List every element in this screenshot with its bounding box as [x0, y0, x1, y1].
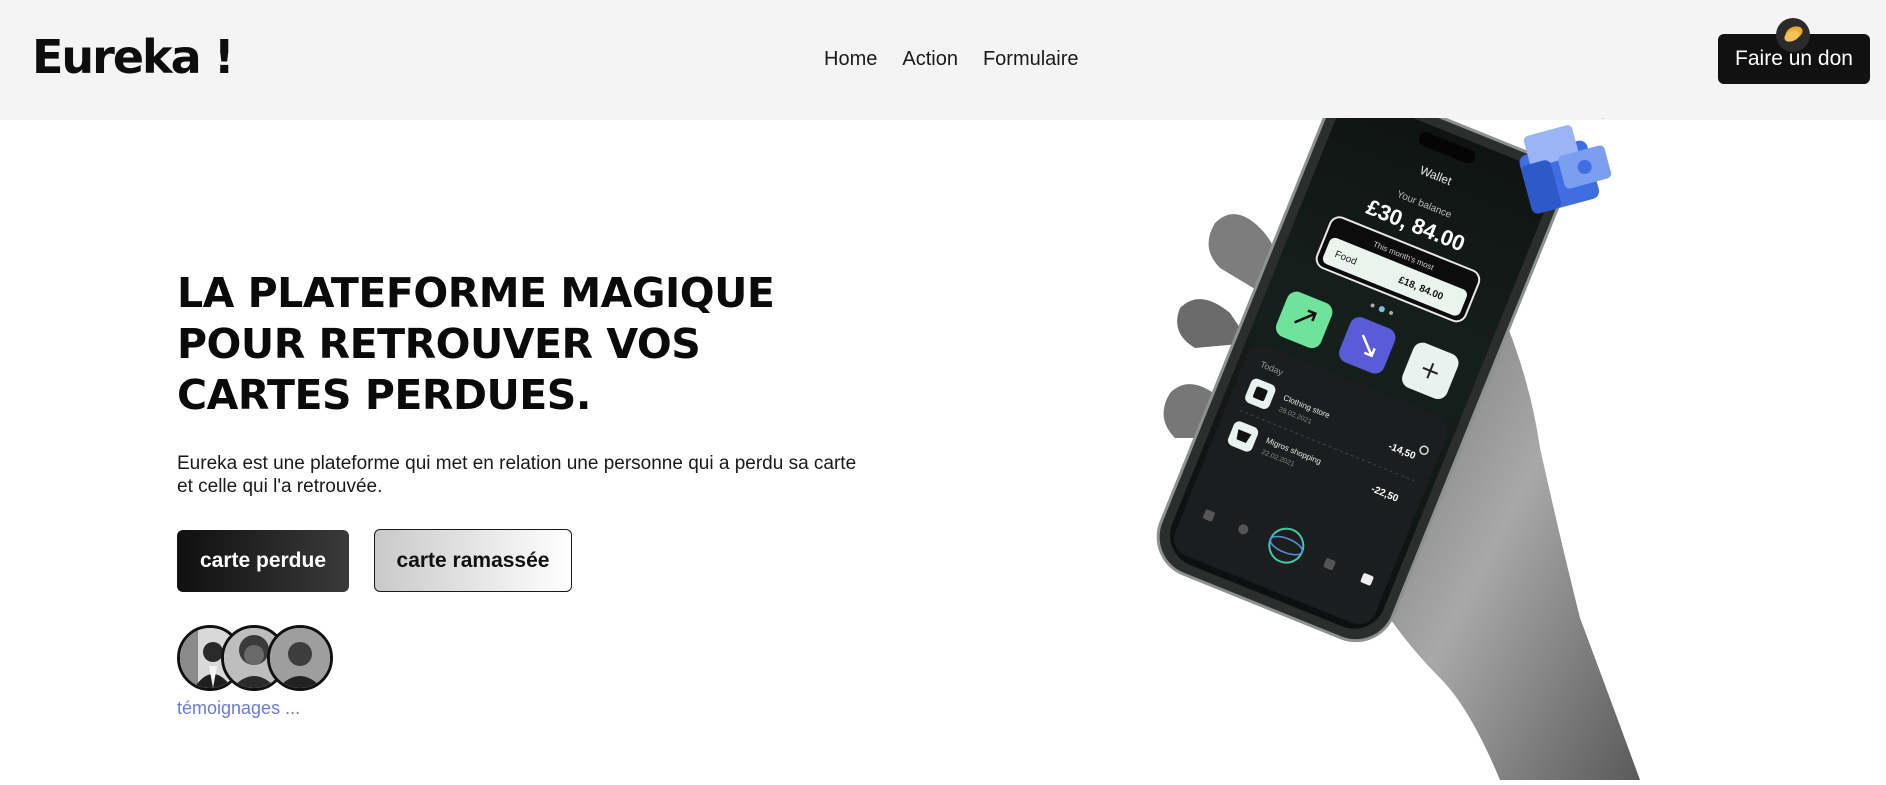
avatar[interactable]: [267, 625, 333, 691]
hero-title-line: CARTES PERDUES.: [177, 371, 591, 419]
nav-action-link[interactable]: Action: [902, 48, 958, 71]
hero-description-line: Eureka est une plateforme qui met en rel…: [177, 453, 857, 474]
hero-illustration: Wallet Your balance £30, 84.00 This mont…: [1140, 87, 1660, 780]
hero-title-line: POUR RETROUVER VOS: [177, 320, 701, 368]
logo[interactable]: Eureka !: [32, 30, 235, 84]
lost-card-button[interactable]: carte perdue: [177, 530, 349, 592]
found-card-button[interactable]: carte ramassée: [374, 529, 572, 592]
hero-description: Eureka est une plateforme qui met en rel…: [177, 452, 897, 498]
testimonials-link[interactable]: témoignages ...: [177, 698, 300, 719]
main-nav: Home Action Formulaire: [824, 48, 1079, 71]
coin-icon: [1776, 18, 1810, 52]
nav-formulaire-link[interactable]: Formulaire: [983, 48, 1079, 71]
nav-home-link[interactable]: Home: [824, 48, 877, 71]
hero-title-line: LA PLATEFORME MAGIQUE: [177, 269, 775, 317]
site-header: Eureka ! Home Action Formulaire Faire un…: [0, 0, 1886, 120]
hero-title: LA PLATEFORME MAGIQUE POUR RETROUVER VOS…: [177, 268, 777, 421]
hero-description-line: et celle qui l'a retrouvée.: [177, 476, 383, 497]
testimonial-avatars[interactable]: [177, 625, 337, 691]
